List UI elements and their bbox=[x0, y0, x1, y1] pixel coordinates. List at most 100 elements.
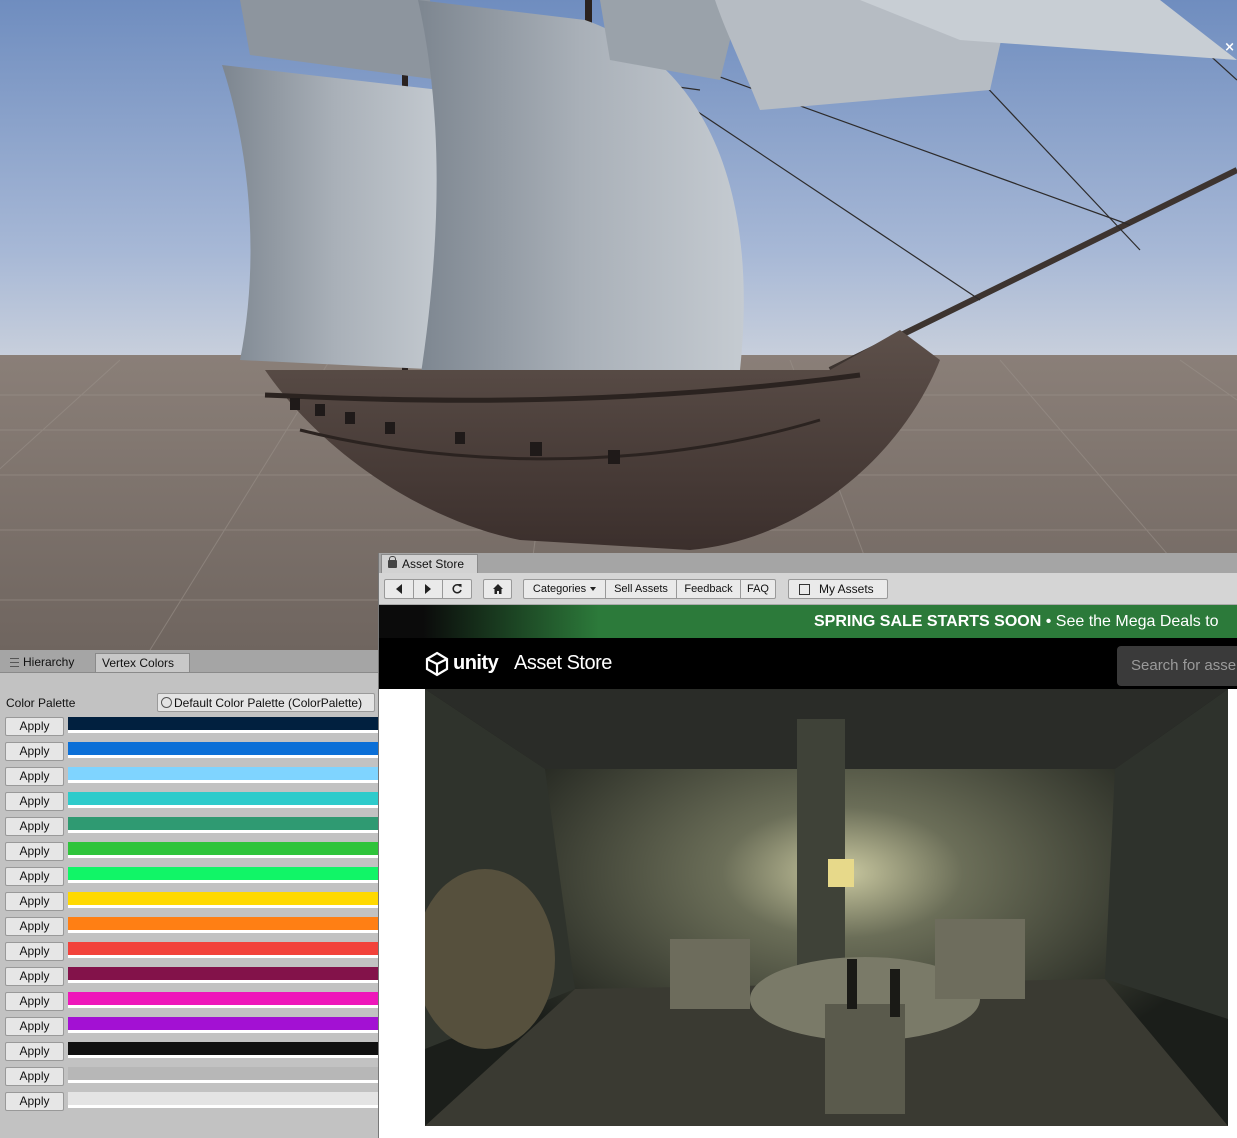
swatch-alpha-bar bbox=[68, 1055, 378, 1058]
apply-button[interactable]: Apply bbox=[5, 992, 64, 1011]
swatch-alpha-bar bbox=[68, 1030, 378, 1033]
color-swatch[interactable] bbox=[68, 992, 378, 1005]
swatch-row: Apply bbox=[0, 1091, 378, 1112]
swatch-alpha-bar bbox=[68, 955, 378, 958]
swatch-alpha-bar bbox=[68, 855, 378, 858]
apply-button[interactable]: Apply bbox=[5, 967, 64, 986]
swatch-alpha-bar bbox=[68, 755, 378, 758]
banner-fade bbox=[379, 605, 599, 638]
apply-button[interactable]: Apply bbox=[5, 1067, 64, 1086]
swatch-row: Apply bbox=[0, 1016, 378, 1037]
color-palette-label: Color Palette bbox=[6, 696, 76, 710]
color-swatch[interactable] bbox=[68, 967, 378, 980]
feedback-button[interactable]: Feedback bbox=[676, 579, 741, 599]
asset-store-window: Asset Store Categories Sell Assets Feedb… bbox=[378, 553, 1237, 1138]
sale-headline: SPRING SALE STARTS SOON bbox=[814, 613, 1042, 630]
swatch-row: Apply bbox=[0, 1066, 378, 1087]
color-palette-value: Default Color Palette (ColorPalette) bbox=[174, 696, 363, 710]
logo-unity-text: unity bbox=[453, 652, 499, 674]
logo-store-text: Asset Store bbox=[514, 652, 612, 674]
color-swatch[interactable] bbox=[68, 817, 378, 830]
swatch-row: Apply bbox=[0, 1041, 378, 1062]
swatch-row: Apply bbox=[0, 716, 378, 737]
color-swatch[interactable] bbox=[68, 1017, 378, 1030]
color-swatch[interactable] bbox=[68, 717, 378, 730]
color-swatch[interactable] bbox=[68, 792, 378, 805]
close-icon[interactable]: × bbox=[1224, 40, 1235, 55]
apply-button[interactable]: Apply bbox=[5, 1042, 64, 1061]
chevron-down-icon bbox=[590, 587, 597, 592]
swatch-row: Apply bbox=[0, 841, 378, 862]
swatch-row: Apply bbox=[0, 941, 378, 962]
swatch-row: Apply bbox=[0, 816, 378, 837]
back-button[interactable] bbox=[384, 579, 414, 599]
apply-button[interactable]: Apply bbox=[5, 942, 64, 961]
hero-image[interactable] bbox=[425, 689, 1228, 1126]
reload-icon bbox=[452, 584, 462, 594]
apply-button[interactable]: Apply bbox=[5, 1017, 64, 1036]
apply-button[interactable]: Apply bbox=[5, 917, 64, 936]
tab-label: Asset Store bbox=[402, 557, 465, 571]
color-swatch[interactable] bbox=[68, 892, 378, 905]
color-palette-field[interactable]: Default Color Palette (ColorPalette) bbox=[157, 693, 375, 712]
swatch-row: Apply bbox=[0, 866, 378, 887]
swatch-row: Apply bbox=[0, 791, 378, 812]
apply-button[interactable]: Apply bbox=[5, 1092, 64, 1111]
swatch-alpha-bar bbox=[68, 1080, 378, 1083]
color-swatch[interactable] bbox=[68, 867, 378, 880]
apply-button[interactable]: Apply bbox=[5, 742, 64, 761]
apply-button[interactable]: Apply bbox=[5, 792, 64, 811]
swatch-alpha-bar bbox=[68, 780, 378, 783]
apply-button[interactable]: Apply bbox=[5, 842, 64, 861]
color-swatch[interactable] bbox=[68, 1092, 378, 1105]
color-swatch[interactable] bbox=[68, 1067, 378, 1080]
apply-button[interactable]: Apply bbox=[5, 817, 64, 836]
apply-button[interactable]: Apply bbox=[5, 767, 64, 786]
swatch-row: Apply bbox=[0, 741, 378, 762]
color-swatch[interactable] bbox=[68, 917, 378, 930]
vertex-colors-panel: Hierarchy Vertex Colors Color Palette De… bbox=[0, 650, 379, 1138]
color-swatch[interactable] bbox=[68, 842, 378, 855]
tab-asset-store[interactable]: Asset Store bbox=[381, 554, 478, 573]
swatch-row: Apply bbox=[0, 966, 378, 987]
swatch-row: Apply bbox=[0, 891, 378, 912]
color-swatch[interactable] bbox=[68, 1042, 378, 1055]
color-swatch[interactable] bbox=[68, 767, 378, 780]
package-icon bbox=[799, 584, 810, 595]
dungeon-scene-image bbox=[425, 689, 1228, 1126]
swatch-alpha-bar bbox=[68, 1005, 378, 1008]
lock-icon[interactable] bbox=[388, 556, 397, 568]
forward-button[interactable] bbox=[413, 579, 443, 599]
tab-label: Vertex Colors bbox=[102, 656, 175, 670]
arrow-left-icon bbox=[396, 584, 402, 595]
tab-hierarchy[interactable]: Hierarchy bbox=[4, 653, 96, 672]
sale-banner[interactable]: SPRING SALE STARTS SOON • See the Mega D… bbox=[379, 605, 1237, 638]
categories-label: Categories bbox=[532, 583, 587, 595]
color-swatch[interactable] bbox=[68, 742, 378, 755]
apply-button[interactable]: Apply bbox=[5, 867, 64, 886]
arrow-right-icon bbox=[425, 584, 431, 595]
apply-button[interactable]: Apply bbox=[5, 717, 64, 736]
swatch-alpha-bar bbox=[68, 730, 378, 733]
tab-vertex-colors[interactable]: Vertex Colors bbox=[95, 653, 190, 672]
store-header: unity Asset Store Search for asse bbox=[379, 638, 1237, 689]
swatch-alpha-bar bbox=[68, 905, 378, 908]
faq-button[interactable]: FAQ bbox=[740, 579, 776, 599]
sale-subtext: See the Mega Deals to bbox=[1055, 613, 1219, 630]
home-button[interactable] bbox=[483, 579, 512, 599]
unity-logo-icon bbox=[425, 651, 449, 677]
color-swatch[interactable] bbox=[68, 942, 378, 955]
swatch-alpha-bar bbox=[68, 980, 378, 983]
search-input[interactable]: Search for asse bbox=[1117, 646, 1237, 686]
sell-assets-button[interactable]: Sell Assets bbox=[605, 579, 677, 599]
my-assets-button[interactable]: My Assets bbox=[788, 579, 888, 599]
categories-dropdown[interactable]: Categories bbox=[523, 579, 606, 599]
reload-button[interactable] bbox=[442, 579, 472, 599]
swatch-alpha-bar bbox=[68, 805, 378, 808]
sale-separator: • bbox=[1041, 613, 1056, 630]
scriptable-object-icon bbox=[161, 697, 172, 708]
store-tabbar: Asset Store bbox=[379, 553, 1237, 573]
swatch-row: Apply bbox=[0, 766, 378, 787]
swatch-row: Apply bbox=[0, 991, 378, 1012]
apply-button[interactable]: Apply bbox=[5, 892, 64, 911]
